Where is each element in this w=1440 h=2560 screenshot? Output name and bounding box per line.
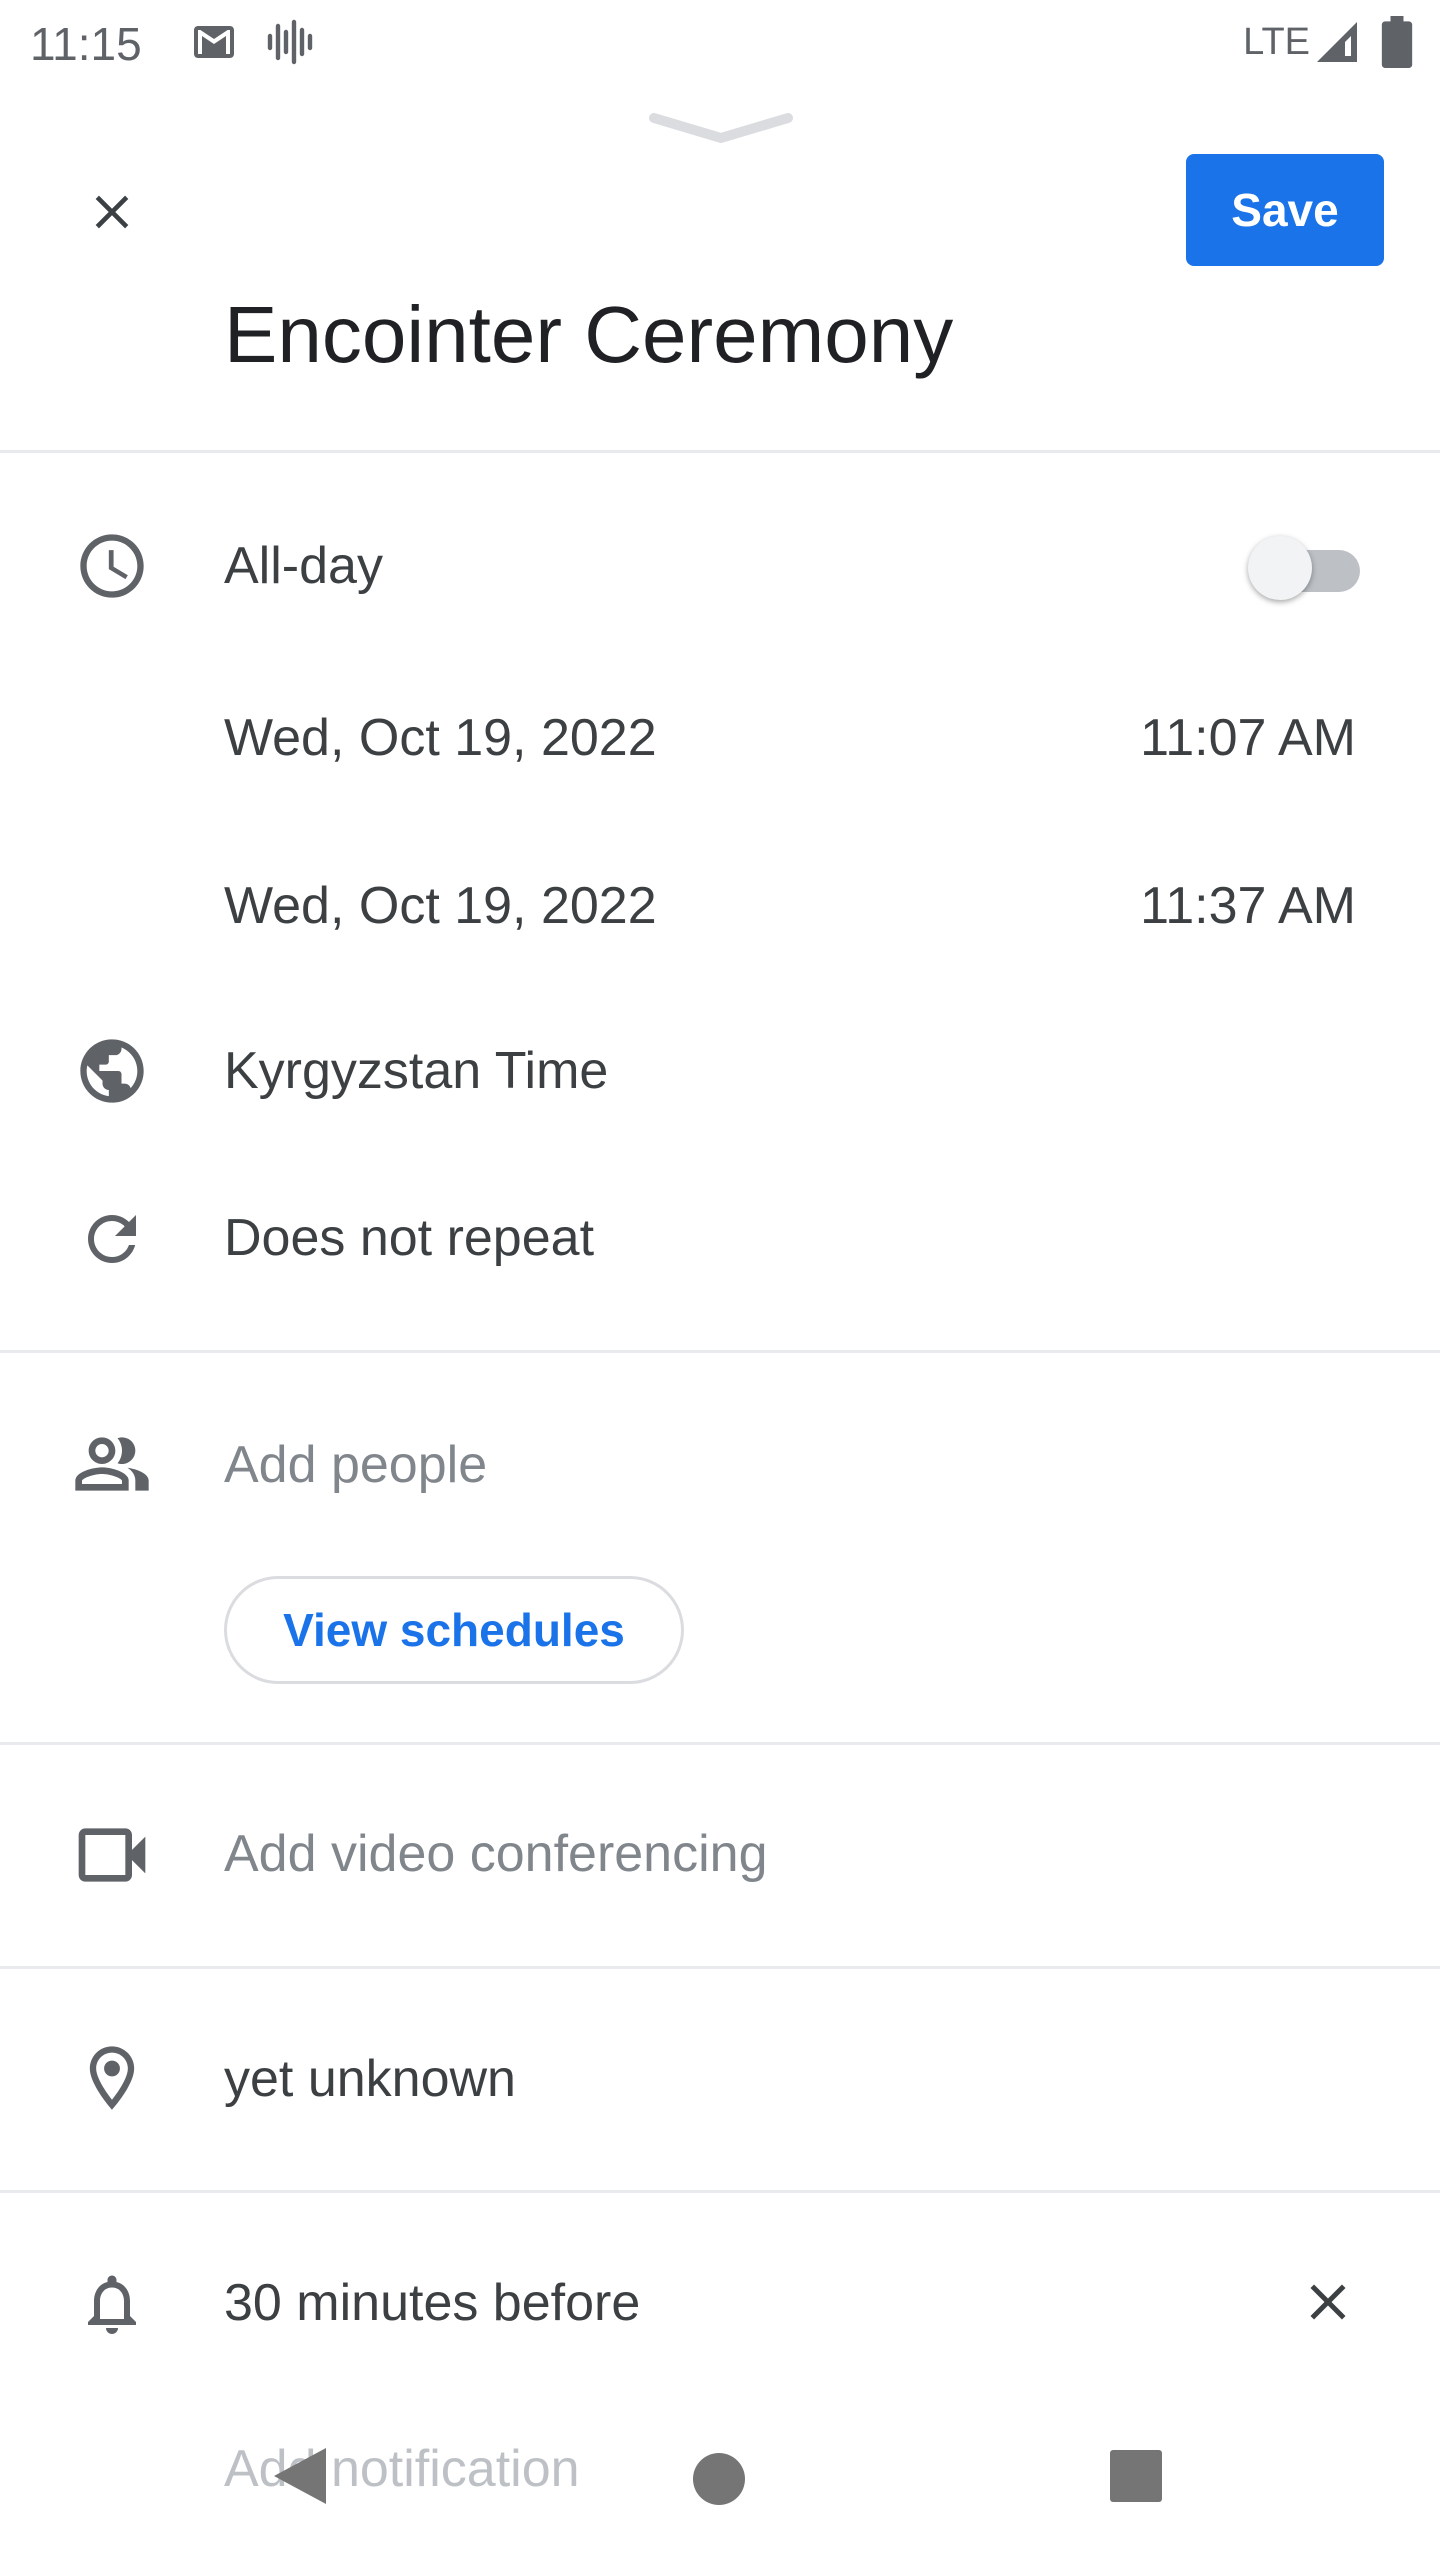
remove-notification-button[interactable] <box>1290 2264 1366 2340</box>
gmail-icon <box>190 18 238 71</box>
event-title[interactable]: Encointer Ceremony <box>224 280 953 390</box>
clock-icon <box>72 526 152 606</box>
divider <box>0 1742 1440 1745</box>
repeat-icon <box>72 1199 152 1279</box>
all-day-label: All-day <box>224 537 383 595</box>
close-icon <box>95 195 129 229</box>
add-video-conferencing[interactable]: Add video conferencing <box>224 1819 768 1889</box>
globe-icon <box>72 1031 152 1111</box>
signal-icon <box>1312 18 1362 71</box>
divider <box>0 2190 1440 2193</box>
nav-home-button[interactable] <box>692 2452 746 2511</box>
home-circle-icon <box>693 2453 745 2505</box>
timezone[interactable]: Kyrgyzstan Time <box>224 1036 608 1106</box>
bell-icon <box>72 2264 152 2344</box>
voice-icon <box>264 18 318 71</box>
battery-icon <box>1380 16 1414 73</box>
nav-recents-button[interactable] <box>1108 2448 1164 2509</box>
save-button[interactable]: Save <box>1186 154 1384 266</box>
close-button[interactable] <box>70 170 154 254</box>
location-field[interactable]: yet unknown <box>224 2044 516 2114</box>
view-schedules-button[interactable]: View schedules <box>224 1576 684 1684</box>
start-date[interactable]: Wed, Oct 19, 2022 <box>224 703 657 773</box>
start-time[interactable]: 11:07 AM <box>1140 703 1356 773</box>
divider <box>0 1350 1440 1353</box>
back-triangle-icon <box>274 2448 326 2504</box>
end-date[interactable]: Wed, Oct 19, 2022 <box>224 871 657 941</box>
people-icon <box>72 1424 152 1504</box>
close-icon <box>1310 2284 1346 2320</box>
repeat-setting[interactable]: Does not repeat <box>224 1203 594 1273</box>
sheet-drag-handle[interactable] <box>648 108 794 153</box>
add-people-input[interactable]: Add people <box>224 1430 487 1500</box>
status-time: 11:15 <box>30 18 142 70</box>
video-camera-icon <box>72 1815 152 1895</box>
nav-back-button[interactable] <box>270 2444 330 2513</box>
all-day-toggle[interactable] <box>1248 532 1368 602</box>
divider <box>0 450 1440 453</box>
location-pin-icon <box>72 2038 152 2118</box>
notification-setting[interactable]: 30 minutes before <box>224 2268 640 2338</box>
divider <box>0 1966 1440 1969</box>
recents-square-icon <box>1110 2450 1162 2502</box>
end-time[interactable]: 11:37 AM <box>1140 871 1356 941</box>
network-type: LTE <box>1243 21 1310 63</box>
